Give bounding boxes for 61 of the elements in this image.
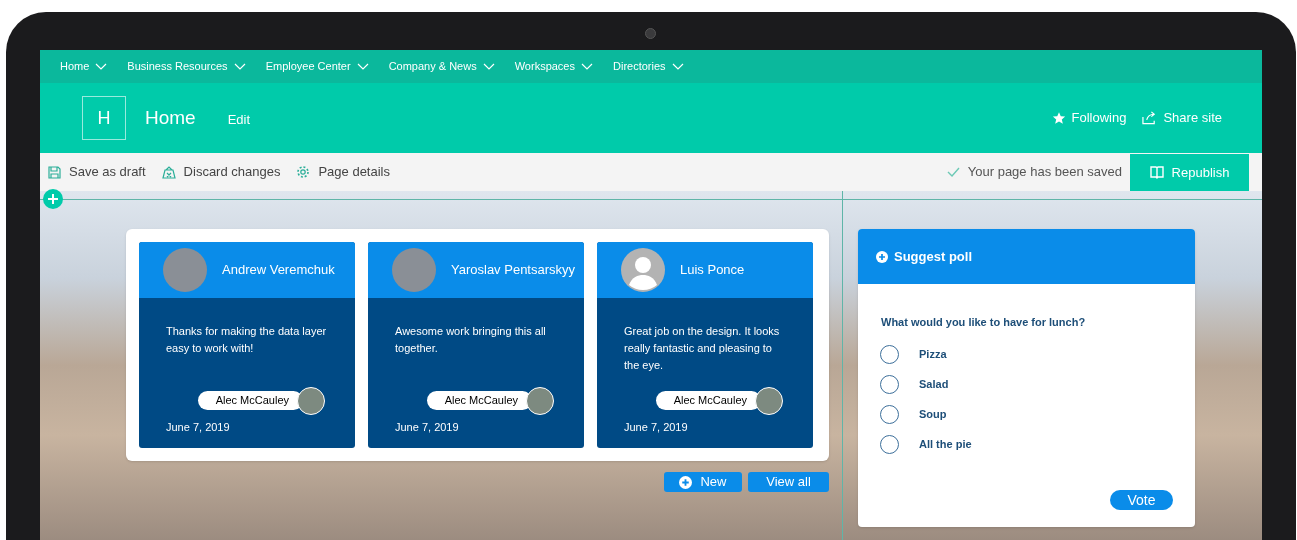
kudos-message: Great job on the design. It looks really fantastic and pleasing to the eye. xyxy=(624,324,781,373)
nav-menu-item[interactable]: Directories xyxy=(613,58,684,75)
poll-option-label: Soup xyxy=(919,406,947,422)
nav-menu-item[interactable]: Company & News xyxy=(388,58,495,75)
avatar-photo-placeholder xyxy=(163,248,207,292)
kudos-date: June 7, 2019 xyxy=(624,419,689,435)
book-icon xyxy=(1149,166,1164,179)
site-logo: H xyxy=(82,96,126,140)
checkmark-icon xyxy=(946,167,960,177)
nav-menu-item[interactable]: Home xyxy=(60,58,108,75)
chevron-down-icon xyxy=(95,63,108,70)
poll-option-label: All the pie xyxy=(919,436,972,452)
poll-question: What would you like to have for lunch? xyxy=(881,315,1087,330)
radio-button[interactable] xyxy=(880,404,899,424)
nav-menu-item[interactable]: Business Resources xyxy=(127,58,246,75)
share-icon xyxy=(1142,111,1158,125)
discard-changes-button[interactable]: Discard changes xyxy=(161,162,281,182)
chevron-down-icon xyxy=(482,63,495,70)
kudos-date: June 7, 2019 xyxy=(395,419,460,435)
chevron-down-icon xyxy=(671,63,684,70)
radio-button[interactable] xyxy=(880,344,899,364)
radio-button[interactable] xyxy=(880,374,899,394)
view-all-button[interactable]: View all xyxy=(748,472,829,492)
vote-button[interactable]: Vote xyxy=(1110,490,1173,510)
plus-circle-icon xyxy=(876,250,888,263)
radio-button[interactable] xyxy=(880,434,899,454)
chevron-down-icon xyxy=(356,63,369,70)
recipient-name: Luis Ponce xyxy=(680,261,745,280)
nav-menu-item[interactable]: Employee Center xyxy=(265,58,369,75)
sender-photo-placeholder xyxy=(297,386,325,415)
suggest-poll-button[interactable]: Suggest poll xyxy=(876,246,972,267)
edit-link[interactable]: Edit xyxy=(227,109,251,130)
save-draft-button[interactable]: Save as draft xyxy=(48,162,146,182)
sender-photo-placeholder xyxy=(526,386,554,415)
chevron-down-icon xyxy=(581,63,593,70)
save-icon xyxy=(48,165,61,179)
recipient-name: Andrew Veremchuk xyxy=(222,261,335,280)
save-status-text: Your page has been saved xyxy=(967,163,1122,182)
avatar-silhouette xyxy=(621,248,665,292)
poll-option-label: Pizza xyxy=(919,346,947,362)
kudos-date: June 7, 2019 xyxy=(166,419,231,435)
star-icon xyxy=(1051,111,1066,125)
sender-photo-placeholder xyxy=(755,386,783,415)
chevron-down-icon xyxy=(233,63,246,70)
camera-icon xyxy=(645,28,656,39)
share-site-button[interactable]: Share site xyxy=(1142,108,1222,128)
new-button[interactable]: New xyxy=(664,472,742,492)
kudos-message: Awesome work bringing this all together. xyxy=(395,324,547,356)
kudos-message: Thanks for making the data layer easy to work with! xyxy=(166,324,328,356)
site-title[interactable]: Home xyxy=(145,103,196,133)
gear-icon xyxy=(296,165,311,179)
nav-menu-item[interactable]: Workspaces xyxy=(514,58,593,75)
add-section-icon[interactable] xyxy=(43,189,63,209)
page-details-button[interactable]: Page details xyxy=(296,162,390,182)
republish-button[interactable]: Republish xyxy=(1130,154,1249,191)
recipient-name: Yaroslav Pentsarskyy xyxy=(451,261,576,280)
discard-icon xyxy=(161,165,176,179)
poll-option-label: Salad xyxy=(919,376,949,392)
avatar-photo-placeholder xyxy=(392,248,436,292)
following-button[interactable]: Following xyxy=(1051,108,1127,128)
plus-circle-icon xyxy=(679,475,693,489)
